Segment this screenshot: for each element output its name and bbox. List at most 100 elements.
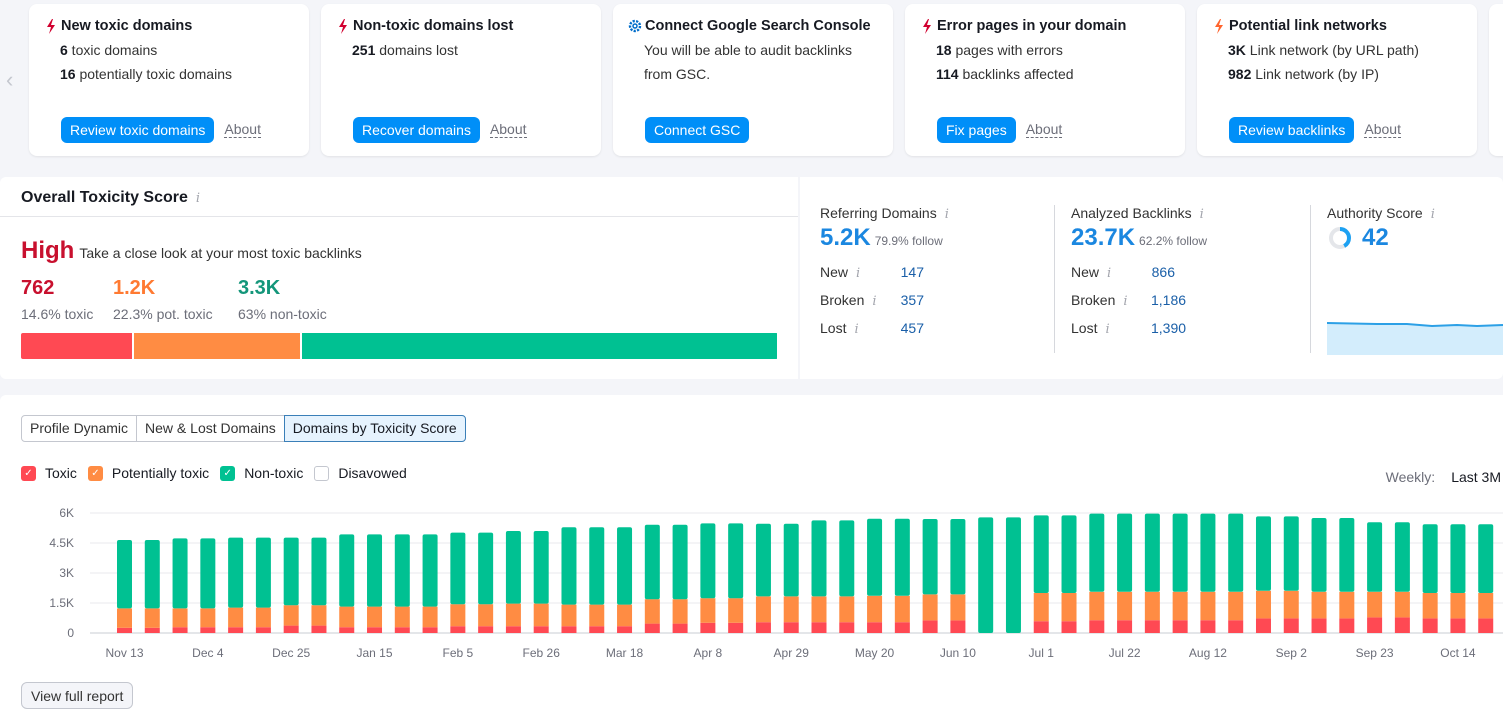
legend-item-disavowed[interactable]: Disavowed [314, 465, 407, 481]
insight-card: Non-toxic domains lost 251 domains lost Re… [321, 4, 601, 156]
info-icon[interactable]: i [1431, 207, 1435, 222]
bar-segment-non-toxic [1117, 513, 1133, 592]
metric-row-value[interactable]: 357 [900, 292, 924, 308]
info-icon[interactable]: i [856, 266, 860, 281]
chart-legend: ✓ Toxic ✓ Potentially toxic ✓ Non-toxic Disavo… [21, 465, 418, 481]
bar-segment-potentially-toxic [394, 606, 410, 628]
tab-profile-dynamic[interactable]: Profile Dynamic [21, 415, 138, 442]
divider [1054, 205, 1055, 353]
toxicity-distribution-bar [21, 333, 778, 359]
bar-segment-toxic [1394, 617, 1410, 633]
metric-row-value[interactable]: 1,186 [1151, 292, 1186, 308]
info-icon[interactable]: i [1200, 207, 1204, 222]
x-tick-label: Apr 8 [694, 646, 723, 660]
info-icon[interactable]: i [872, 294, 876, 309]
bar-segment-non-toxic [1228, 513, 1244, 592]
bar-segment-potentially-toxic [1367, 591, 1383, 618]
bar-segment-potentially-toxic [811, 596, 827, 623]
bar-segment-toxic [478, 626, 494, 633]
bar-segment-potentially-toxic [1228, 591, 1244, 621]
bar-segment-potentially-toxic [867, 595, 883, 623]
y-tick-label: 1.5K [49, 596, 74, 610]
insight-card-title: Connect Google Search Console [627, 18, 893, 34]
lightning-icon [1211, 18, 1227, 34]
legend-item-potentially-toxic[interactable]: ✓ Potentially toxic [87, 465, 209, 481]
about-link[interactable]: About [1364, 122, 1401, 138]
bar-segment-non-toxic [1172, 513, 1188, 592]
bar-segment-non-toxic [1200, 513, 1216, 592]
referring-domains-value[interactable]: 5.2K [820, 224, 871, 252]
insight-card-line: 18 pages with errors [936, 42, 1063, 58]
bar-segment-potentially-toxic [755, 596, 771, 623]
bar-segment-non-toxic [1450, 524, 1466, 593]
checkbox-icon[interactable] [314, 465, 330, 481]
info-icon[interactable]: i [1123, 294, 1127, 309]
bar-segment-toxic [339, 627, 355, 633]
view-full-report-button[interactable]: View full report [21, 682, 134, 709]
insight-card-action-button[interactable]: Review toxic domains [61, 117, 215, 143]
info-icon[interactable]: i [854, 322, 858, 337]
info-icon[interactable]: i [196, 191, 200, 206]
analyzed-backlinks-metric: Analyzed Backlinks i 23.7K 62.2% follow Ne… [1071, 205, 1207, 342]
insight-card-line: 6 toxic domains [60, 42, 158, 58]
bar-segment-potentially-toxic [589, 604, 605, 627]
bar-segment-non-toxic [1255, 516, 1271, 591]
bar-segment-potentially-toxic [950, 594, 966, 621]
metric-row-value[interactable]: 457 [900, 320, 924, 336]
bar-segment-non-toxic [644, 524, 660, 600]
x-tick-label: Dec 25 [272, 646, 310, 660]
insight-card-line: 16 potentially toxic domains [60, 66, 232, 82]
about-link[interactable]: About [1025, 122, 1063, 138]
metric-row-value[interactable]: 147 [900, 264, 924, 280]
info-icon[interactable]: i [1105, 322, 1109, 337]
bar-segment-non-toxic [950, 519, 966, 595]
carousel-prev-button[interactable]: ‹ [6, 68, 20, 92]
y-tick-label: 4.5K [49, 536, 74, 550]
metric-row-value[interactable]: 866 [1151, 264, 1175, 280]
tab-new-lost-domains[interactable]: New & Lost Domains [136, 415, 285, 442]
bar-segment-potentially-toxic [1200, 591, 1216, 621]
checkbox-icon[interactable]: ✓ [220, 465, 236, 481]
bar-segment-potentially-toxic [200, 608, 216, 628]
checkbox-icon[interactable]: ✓ [87, 465, 103, 481]
bar-segment-potentially-toxic [1283, 590, 1299, 619]
legend-item-non-toxic[interactable]: ✓ Non-toxic [220, 465, 303, 481]
metric-row-lost: Lost i 457 [820, 319, 924, 337]
bar-segment-potentially-toxic [311, 605, 327, 626]
bar-segment-toxic [1478, 618, 1494, 633]
info-icon[interactable]: i [945, 207, 949, 222]
bar-segment-toxic [1200, 620, 1216, 633]
authority-score-sparkline [1327, 322, 1503, 355]
insight-card-action-button[interactable]: Fix pages [937, 117, 1016, 143]
bar-segment-toxic [561, 626, 577, 633]
authority-score-title: Authority Score [1327, 205, 1423, 221]
info-icon[interactable]: i [1107, 266, 1111, 281]
about-link[interactable]: About [224, 122, 261, 138]
insight-card-action-button[interactable]: Review backlinks [1229, 117, 1355, 143]
bar-segment-toxic [867, 622, 883, 633]
bar-segment-non-toxic [755, 523, 771, 597]
bar-segment-potentially-toxic [1394, 591, 1410, 618]
lightning-icon [43, 18, 59, 34]
insight-card-action-button[interactable]: Connect GSC [645, 117, 750, 143]
period-dropdown[interactable]: Last 3M [1451, 469, 1501, 485]
bar-segment-potentially-toxic [894, 595, 910, 623]
bar-segment-potentially-toxic [144, 608, 160, 628]
bar-segment-non-toxic [117, 540, 132, 609]
insight-card-action-button[interactable]: Recover domains [353, 117, 480, 143]
bar-segment-toxic [894, 622, 910, 633]
about-link[interactable]: About [489, 122, 527, 138]
insight-card-title: Error pages in your domain [919, 18, 1185, 34]
checkbox-icon[interactable]: ✓ [21, 465, 36, 481]
bar-segment-non-toxic [339, 534, 355, 607]
bar-segment-non-toxic [1033, 515, 1049, 593]
analyzed-backlinks-value[interactable]: 23.7K [1071, 224, 1135, 252]
legend-item-toxic[interactable]: ✓ Toxic [21, 465, 77, 481]
bar-segment-potentially-toxic [255, 607, 271, 628]
metric-row-value[interactable]: 1,390 [1151, 320, 1186, 336]
insight-card-title: New toxic domains [43, 18, 309, 34]
insight-card [1489, 4, 1503, 156]
tab-domains-by-toxicity-score[interactable]: Domains by Toxicity Score [283, 415, 466, 442]
bar-segment-toxic [228, 627, 244, 633]
x-tick-label: Jun 10 [940, 646, 976, 660]
